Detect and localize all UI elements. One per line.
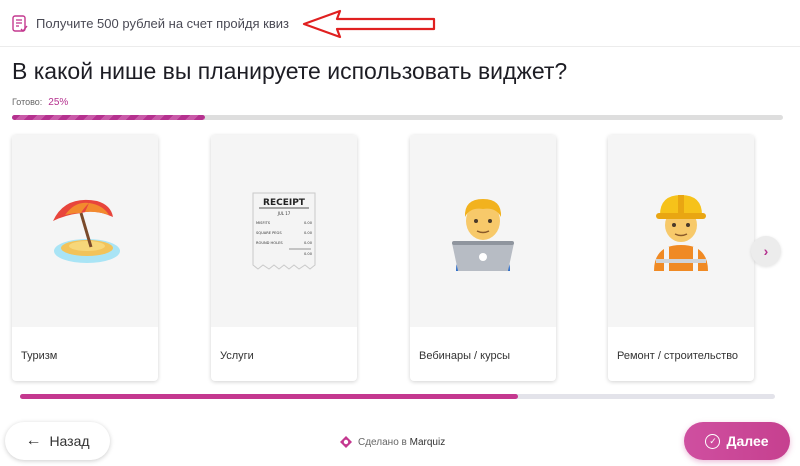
made-by-prefix: Сделано в: [358, 436, 407, 448]
survey-icon: [12, 15, 28, 33]
promo-bar: Получите 500 рублей на счет пройдя квиз: [0, 0, 800, 47]
progress-fill: [12, 115, 205, 120]
progress-percent: 25%: [48, 97, 69, 108]
option-label: Вебинары / курсы: [419, 350, 510, 362]
next-button[interactable]: ✓ Далее: [684, 422, 790, 460]
marquiz-logo-icon: [340, 436, 352, 448]
option-label: Услуги: [220, 350, 254, 362]
receipt-title: RECEIPT: [263, 198, 306, 208]
answer-options: Туризм RECEIPT JUL 17 MISFITS 0.00 SQUAR…: [12, 135, 772, 381]
receipt-emoji: RECEIPT JUL 17 MISFITS 0.00 SQUARE PEGS …: [252, 192, 316, 270]
receipt-date: JUL 17: [277, 211, 291, 216]
question-title: В какой нише вы планируете использовать …: [12, 58, 568, 84]
back-button-label: Назад: [49, 433, 90, 449]
receipt-row-amount: 0.00: [304, 221, 313, 225]
option-image: [410, 135, 556, 327]
option-image: [12, 135, 158, 327]
option-card-tourism[interactable]: Туризм: [12, 135, 158, 381]
option-card-services[interactable]: RECEIPT JUL 17 MISFITS 0.00 SQUARE PEGS …: [211, 135, 357, 381]
receipt-row-name: MISFITS: [256, 221, 271, 225]
receipt-row-name: ROUND HOLES: [256, 241, 283, 245]
annotation-arrow: [302, 9, 436, 39]
progress-label-text: Готово:: [12, 97, 43, 107]
next-button-label: Далее: [726, 433, 769, 449]
progress-bar: [12, 115, 783, 120]
check-circle-icon: ✓: [705, 433, 721, 449]
option-card-webinars[interactable]: Вебинары / курсы: [410, 135, 556, 381]
option-image: RECEIPT JUL 17 MISFITS 0.00 SQUARE PEGS …: [211, 135, 357, 327]
receipt-total: 0.00: [304, 252, 313, 256]
made-by-brand: Marquiz: [409, 436, 446, 448]
arrow-left-icon: ←: [25, 432, 42, 449]
carousel-next-button[interactable]: ›: [751, 236, 781, 266]
construction-worker-emoji: [654, 195, 708, 271]
receipt-row-name: SQUARE PEGS: [256, 231, 282, 235]
promo-text: Получите 500 рублей на счет пройдя квиз: [36, 16, 289, 31]
made-by-marquiz[interactable]: Сделано в Marquiz: [340, 436, 445, 448]
option-card-construction[interactable]: Ремонт / строительство: [608, 135, 754, 381]
technologist-emoji: [452, 199, 514, 271]
option-image: [608, 135, 754, 327]
chevron-right-icon: ›: [763, 243, 769, 259]
option-label: Ремонт / строительство: [617, 350, 739, 362]
back-button[interactable]: ← Назад: [5, 422, 110, 460]
receipt-row-amount: 0.00: [304, 241, 313, 245]
receipt-row-amount: 0.00: [304, 231, 313, 235]
option-label: Туризм: [21, 350, 58, 362]
progress-label: Готово: 25%: [12, 97, 68, 108]
carousel-scrollbar[interactable]: [20, 394, 775, 399]
beach-umbrella-island-emoji: [53, 199, 120, 263]
carousel-scrollbar-thumb[interactable]: [20, 394, 519, 399]
